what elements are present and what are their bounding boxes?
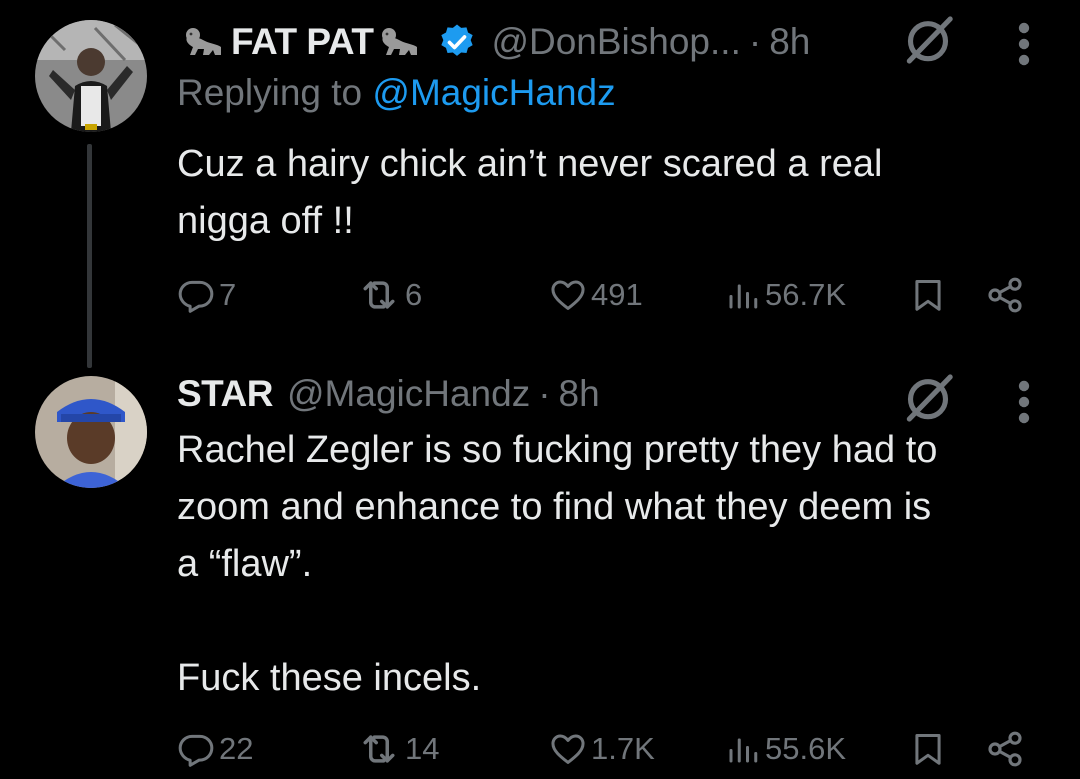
user-handle[interactable]: @MagicHandz: [287, 373, 530, 415]
grok-icon[interactable]: [900, 370, 956, 426]
tweet-text-line: zoom and enhance to find what they deem …: [177, 486, 932, 528]
views-count: 55.6K: [765, 731, 847, 766]
views-count: 56.7K: [765, 277, 847, 312]
bookmark-button[interactable]: [909, 270, 947, 320]
reply-button[interactable]: 22: [177, 724, 253, 774]
separator-dot: ·: [538, 373, 551, 414]
repost-button[interactable]: 14: [357, 724, 439, 774]
views-icon: [725, 277, 761, 313]
action-bar: 22 14 1.7K 55.6K: [177, 724, 1037, 774]
tweet-star[interactable]: STAR @MagicHandz · 8h Rachel Zegler is s…: [0, 350, 1080, 779]
share-button[interactable]: [985, 270, 1025, 320]
like-icon: [549, 276, 587, 314]
views-icon: [725, 731, 761, 767]
bookmark-icon: [909, 730, 947, 768]
grok-icon[interactable]: [900, 12, 956, 68]
avatar-star[interactable]: [35, 376, 147, 488]
reply-icon: [177, 730, 215, 768]
display-name[interactable]: STAR: [177, 373, 273, 415]
replying-to-prefix: Replying to: [177, 72, 373, 113]
tweet-fat-pat[interactable]: FAT PAT @DonBishop... · 8h Replying to @…: [0, 0, 1080, 368]
thread-line: [87, 144, 92, 368]
reply-count: 22: [219, 731, 254, 766]
repost-icon: [357, 727, 401, 771]
tweet-text-line: nigga off !!: [177, 200, 354, 242]
action-bar: 7 6 491 56.7K: [177, 270, 1037, 320]
like-button[interactable]: 491: [549, 270, 643, 320]
tweet-text-line: Cuz a hairy chick ain’t never scared a r…: [177, 143, 883, 185]
user-handle[interactable]: @DonBishop...: [491, 21, 740, 63]
share-button[interactable]: [985, 724, 1025, 774]
like-button[interactable]: 1.7K: [549, 724, 655, 774]
timestamp[interactable]: 8h: [769, 21, 810, 63]
verified-badge-icon[interactable]: [437, 22, 477, 62]
repost-count: 14: [405, 731, 440, 766]
views-button[interactable]: 56.7K: [725, 270, 846, 320]
separator-dot: ·: [748, 21, 762, 62]
reply-button[interactable]: 7: [177, 270, 236, 320]
bookmark-icon: [909, 276, 947, 314]
repost-icon: [357, 273, 401, 317]
like-count: 491: [591, 277, 643, 312]
timestamp[interactable]: 8h: [559, 373, 600, 415]
reply-icon: [177, 276, 215, 314]
share-icon: [985, 729, 1025, 769]
bookmark-button[interactable]: [909, 724, 947, 774]
tweet-text: Cuz a hairy chick ain’t never scared a r…: [177, 136, 1047, 250]
tweet-text-line: Rachel Zegler is so fucking pretty they …: [177, 429, 938, 471]
repost-count: 6: [405, 277, 423, 312]
gorilla-emoji-icon: [377, 25, 423, 59]
replying-to: Replying to @MagicHandz: [177, 72, 616, 114]
gorilla-emoji-icon: [181, 25, 227, 59]
replying-to-mention[interactable]: @MagicHandz: [372, 72, 615, 113]
repost-button[interactable]: 6: [357, 270, 422, 320]
tweet-text-line: a “flaw”.: [177, 543, 313, 585]
tweet-text-line: Fuck these incels.: [177, 657, 482, 699]
display-name[interactable]: FAT PAT: [231, 21, 374, 63]
more-icon[interactable]: [1016, 20, 1032, 68]
tweet-text: Rachel Zegler is so fucking pretty they …: [177, 422, 1047, 707]
like-count: 1.7K: [591, 731, 655, 766]
more-icon[interactable]: [1016, 378, 1032, 426]
like-icon: [549, 730, 587, 768]
share-icon: [985, 275, 1025, 315]
reply-count: 7: [219, 277, 237, 312]
avatar-fat-pat[interactable]: [35, 20, 147, 132]
views-button[interactable]: 55.6K: [725, 724, 846, 774]
